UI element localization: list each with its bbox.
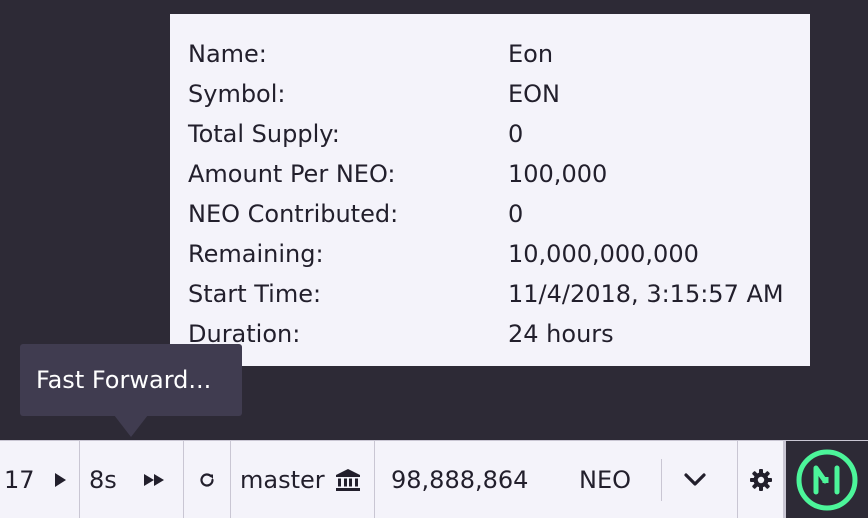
info-label: NEO Contributed: xyxy=(188,200,399,228)
info-value: 0 xyxy=(508,200,524,228)
speed-value: 8s xyxy=(89,466,117,494)
info-label: Start Time: xyxy=(188,280,322,308)
info-row-duration: Duration: 24 hours xyxy=(188,314,792,354)
bottom-toolbar: 17 8s master 98,888,864 NEO xyxy=(0,440,868,518)
network-name: master xyxy=(240,466,325,494)
info-value: 10,000,000,000 xyxy=(508,240,699,268)
block-number: 17 xyxy=(4,466,35,494)
wallet-balance[interactable]: 98,888,864 NEO xyxy=(375,441,738,518)
fast-forward-icon[interactable] xyxy=(143,474,164,486)
app-root: Name: Eon Symbol: EON Total Supply: 0 Am… xyxy=(0,0,868,518)
info-row-amount-per-neo: Amount Per NEO: 100,000 xyxy=(188,154,792,194)
fast-forward-tooltip: Fast Forward... xyxy=(20,344,242,416)
info-row-remaining: Remaining: 10,000,000,000 xyxy=(188,234,792,274)
info-label: Total Supply: xyxy=(188,120,340,148)
neo-one-logo-icon xyxy=(796,449,858,511)
tooltip-text: Fast Forward... xyxy=(36,366,212,394)
info-value: 11/4/2018, 3:15:57 AM xyxy=(508,280,784,308)
tooltip-arrow xyxy=(114,415,148,437)
info-label: Name: xyxy=(188,40,267,68)
refresh-icon xyxy=(200,473,214,487)
divider xyxy=(661,459,662,501)
info-value: EON xyxy=(508,80,561,108)
gear-icon xyxy=(749,469,772,491)
bank-icon xyxy=(335,469,360,491)
neo-one-logo[interactable] xyxy=(784,441,868,518)
info-value: 100,000 xyxy=(508,160,608,188)
info-label: Amount Per NEO: xyxy=(188,160,396,188)
info-value: Eon xyxy=(508,40,554,68)
info-label: Remaining: xyxy=(188,240,324,268)
info-row-neo-contributed: NEO Contributed: 0 xyxy=(188,194,792,234)
info-row-name: Name: Eon xyxy=(188,34,792,74)
balance-amount: 98,888,864 xyxy=(391,466,529,494)
token-info-panel: Name: Eon Symbol: EON Total Supply: 0 Am… xyxy=(170,14,810,366)
info-row-total-supply: Total Supply: 0 xyxy=(188,114,792,154)
block-number-control[interactable]: 17 xyxy=(0,441,80,518)
info-row-start-time: Start Time: 11/4/2018, 3:15:57 AM xyxy=(188,274,792,314)
chevron-down-icon[interactable] xyxy=(684,473,706,487)
balance-asset: NEO xyxy=(579,466,632,494)
info-value: 0 xyxy=(508,120,524,148)
settings-button[interactable] xyxy=(738,441,784,518)
info-label: Symbol: xyxy=(188,80,286,108)
info-row-symbol: Symbol: EON xyxy=(188,74,792,114)
refresh-button[interactable] xyxy=(184,441,231,518)
network-selector[interactable]: master xyxy=(231,441,375,518)
info-value: 24 hours xyxy=(508,320,614,348)
fast-forward-control[interactable]: 8s xyxy=(80,441,184,518)
play-icon[interactable] xyxy=(54,473,66,487)
